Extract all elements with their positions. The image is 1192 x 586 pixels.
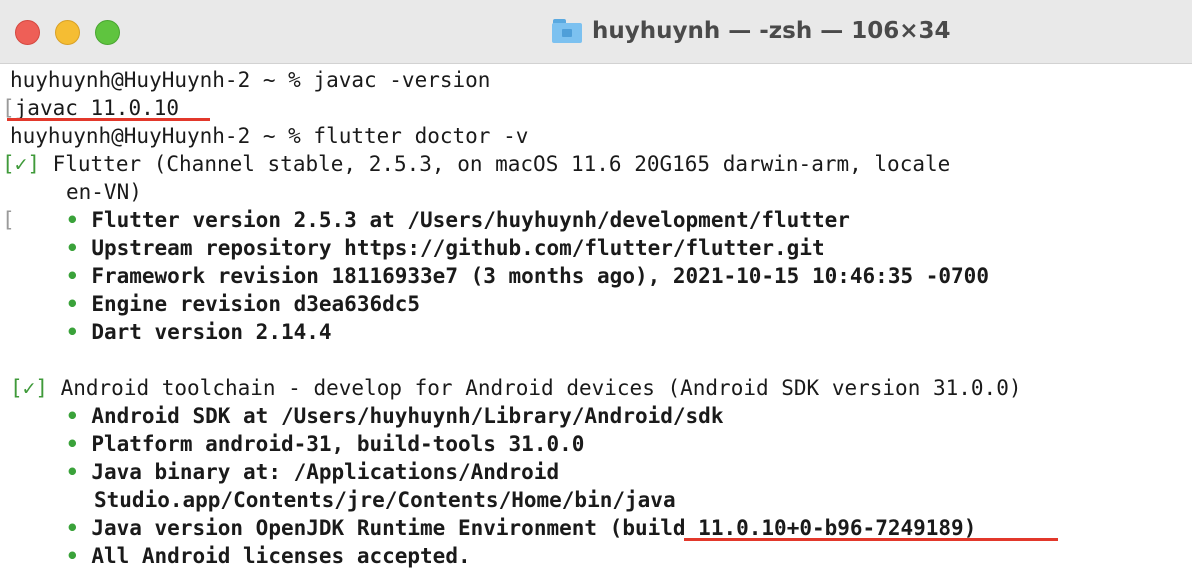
list-item: • Platform android-31, build-tools 31.0.… xyxy=(66,432,585,456)
terminal-output[interactable]: huyhuynh@HuyHuynh-2 ~ % javac -version [… xyxy=(0,64,1192,586)
window-title-group: huyhuynh — -zsh — 106×34 xyxy=(552,14,951,48)
close-window-button[interactable] xyxy=(15,20,40,45)
list-item: • Java binary at: /Applications/Android xyxy=(66,460,560,484)
check-bracket-open: [ xyxy=(10,376,23,400)
bullet-icon: • xyxy=(66,236,79,260)
bullet-icon: • xyxy=(66,292,79,316)
javac-version-output: javac 11.0.10 xyxy=(14,96,180,120)
bullet-icon: • xyxy=(66,404,79,428)
list-item: • Flutter version 2.5.3 at /Users/huyhuy… xyxy=(66,208,850,232)
highlight-underline xyxy=(7,118,210,121)
prompt-bracket: [ xyxy=(2,96,15,120)
check-mark-icon: ✓ xyxy=(22,376,36,400)
bullet-icon: • xyxy=(66,516,79,540)
list-item: • Engine revision d3ea636dc5 xyxy=(66,292,421,316)
list-item: • Framework revision 18116933e7 (3 month… xyxy=(66,264,989,288)
list-item: • Upstream repository https://github.com… xyxy=(66,236,825,260)
list-item: • Dart version 2.14.4 xyxy=(66,320,332,344)
bullet-icon: • xyxy=(66,264,79,288)
flutter-check-header: [✓] Flutter (Channel stable, 2.5.3, on m… xyxy=(2,150,950,178)
bullet-icon: • xyxy=(66,320,79,344)
command-line: huyhuynh@HuyHuynh-2 ~ % flutter doctor -… xyxy=(10,124,529,148)
zoom-window-button[interactable] xyxy=(95,20,120,45)
home-folder-icon xyxy=(552,19,582,43)
minimize-window-button[interactable] xyxy=(55,20,80,45)
list-item: • All Android licenses accepted. xyxy=(66,544,471,568)
stray-bracket: [ xyxy=(2,208,15,232)
bullet-icon: • xyxy=(66,208,79,232)
java-build-version: build 11.0.10+0-b96-7249189 xyxy=(622,516,964,540)
list-item-continued: Studio.app/Contents/jre/Contents/Home/bi… xyxy=(94,488,676,512)
window-title: huyhuynh — -zsh — 106×34 xyxy=(592,18,951,44)
android-check-header: [✓] Android toolchain - develop for Andr… xyxy=(10,374,1022,402)
flutter-header-text: Flutter (Channel stable, 2.5.3, on macOS… xyxy=(39,152,951,176)
bullet-icon: • xyxy=(66,544,79,568)
bullet-icon: • xyxy=(66,460,79,484)
title-bar: huyhuynh — -zsh — 106×34 xyxy=(0,0,1192,64)
check-bracket-close: ] xyxy=(27,152,40,176)
command-line: huyhuynh@HuyHuynh-2 ~ % javac -version xyxy=(10,68,491,92)
list-item: • Android SDK at /Users/huyhuynh/Library… xyxy=(66,404,724,428)
check-bracket-close: ] xyxy=(35,376,48,400)
highlight-underline xyxy=(684,538,1058,541)
check-mark-icon: ✓ xyxy=(14,152,28,176)
bullet-icon: • xyxy=(66,432,79,456)
android-header-text: Android toolchain - develop for Android … xyxy=(47,376,1022,400)
flutter-header-continued: en-VN) xyxy=(66,180,142,204)
check-bracket-open: [ xyxy=(2,152,15,176)
